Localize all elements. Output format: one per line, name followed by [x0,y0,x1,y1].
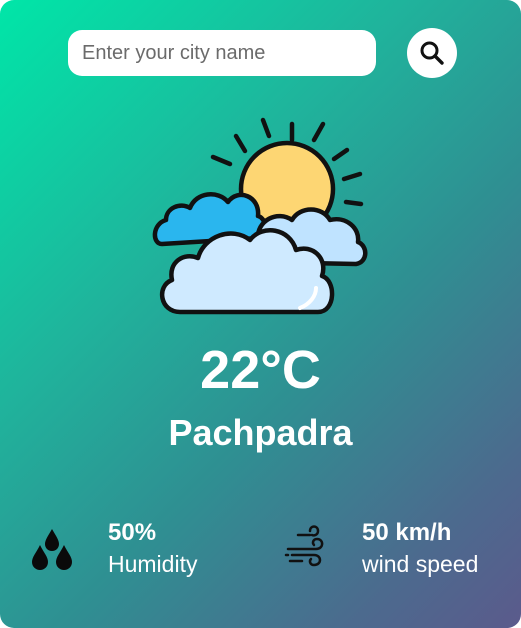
humidity-detail: 50% Humidity [28,515,248,585]
wind-icon [284,525,324,567]
search-input[interactable] [68,30,376,76]
partly-cloudy-icon [152,117,368,315]
humidity-drops-icon [32,529,72,570]
search-icon [420,41,444,65]
humidity-value: 50% [108,519,157,546]
search-button[interactable] [407,28,457,78]
weather-card: 22°C Pachpadra 50% Humidity 50 km/h wind… [0,0,521,628]
wind-speed-value: 50 km/h [362,519,452,546]
temperature: 22°C [200,340,321,400]
wind-speed-label: wind speed [362,551,479,577]
city-name: Pachpadra [168,412,353,453]
wind-detail: 50 km/h wind speed [284,515,514,585]
humidity-label: Humidity [108,551,198,577]
